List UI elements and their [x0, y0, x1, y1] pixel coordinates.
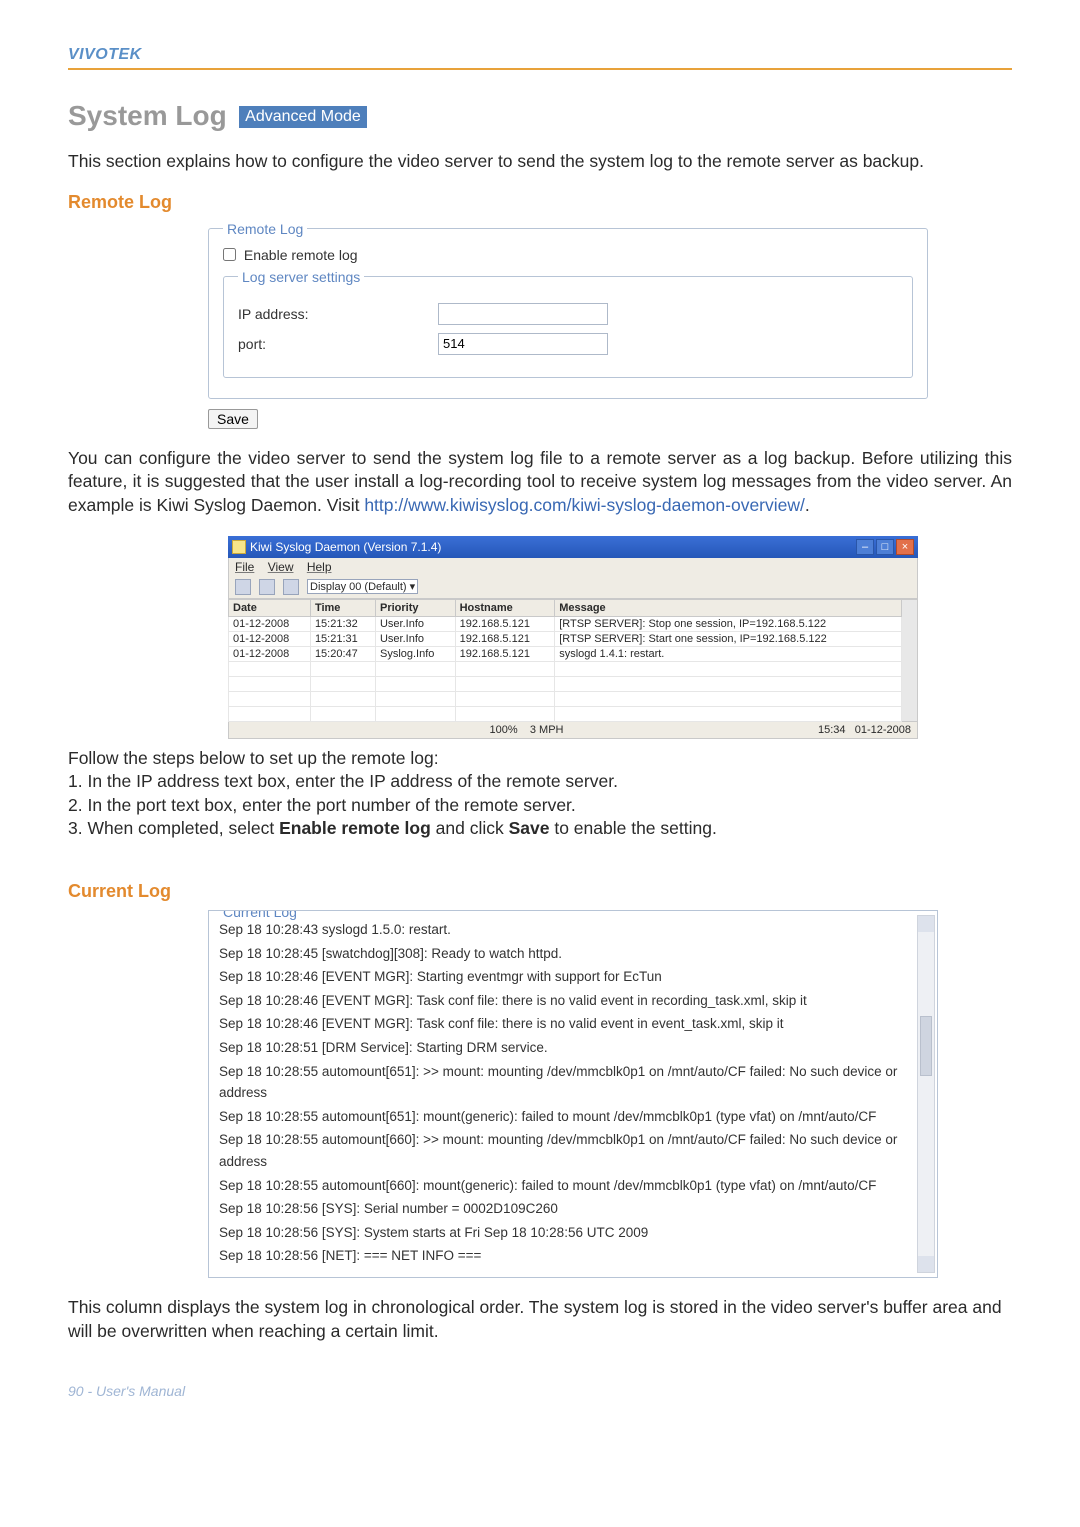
- enable-remote-log-checkbox[interactable]: [223, 248, 236, 261]
- log-line: Sep 18 10:28:55 automount[660]: mount(ge…: [219, 1175, 911, 1197]
- page-footer: 90 - User's Manual: [68, 1383, 1012, 1399]
- log-line: Sep 18 10:28:45 [swatchdog][308]: Ready …: [219, 943, 911, 965]
- log-line: Sep 18 10:28:55 automount[660]: >> mount…: [219, 1129, 911, 1172]
- menu-help[interactable]: Help: [307, 560, 332, 574]
- step-1: 1. In the IP address text box, enter the…: [68, 770, 1012, 794]
- col-time: Time: [310, 599, 375, 616]
- kiwi-statusbar: 100% 3 MPH 15:34 01-12-2008: [228, 722, 918, 739]
- display-select[interactable]: Display 00 (Default) ▾: [307, 579, 418, 594]
- page-title: System Log: [68, 100, 227, 132]
- minimize-icon[interactable]: –: [856, 539, 874, 555]
- close-icon[interactable]: ×: [896, 539, 914, 555]
- top-bar: VIVOTEK: [68, 40, 1012, 70]
- status-time: 15:34: [818, 724, 846, 736]
- current-log-legend: Current Log: [219, 910, 301, 923]
- kiwi-tbody: 01-12-2008 15:21:32 User.Info 192.168.5.…: [229, 616, 902, 721]
- kiwi-log-table: Date Time Priority Hostname Message 01-1…: [228, 599, 902, 722]
- log-server-settings-legend: Log server settings: [238, 269, 364, 285]
- remote-log-fieldset: Remote Log Enable remote log Log server …: [208, 221, 928, 399]
- status-percent: 100%: [490, 724, 518, 736]
- log-line: Sep 18 10:28:55 automount[651]: >> mount…: [219, 1061, 911, 1104]
- intro-paragraph: This section explains how to configure t…: [68, 150, 1012, 174]
- current-log-box: Current Log Sep 18 10:28:43 syslogd 1.5.…: [208, 910, 938, 1278]
- table-row: 01-12-2008 15:21:32 User.Info 192.168.5.…: [229, 616, 902, 631]
- log-line: Sep 18 10:28:56 [NET]: === NET INFO ===: [219, 1245, 911, 1267]
- kiwi-toolbar: Display 00 (Default) ▾: [228, 576, 918, 599]
- kiwi-paragraph: You can configure the video server to se…: [68, 447, 1012, 518]
- brand: VIVOTEK: [68, 46, 142, 63]
- status-mph: 3 MPH: [530, 724, 564, 736]
- maximize-icon[interactable]: □: [876, 539, 894, 555]
- closing-paragraph: This column displays the system log in c…: [68, 1296, 1012, 1343]
- step-3: 3. When completed, select Enable remote …: [68, 817, 1012, 841]
- steps-intro: Follow the steps below to set up the rem…: [68, 747, 1012, 771]
- kiwi-scrollbar[interactable]: [902, 599, 918, 722]
- remote-log-heading: Remote Log: [68, 192, 1012, 213]
- log-line: Sep 18 10:28:56 [SYS]: Serial number = 0…: [219, 1198, 911, 1220]
- table-row: 01-12-2008 15:21:31 User.Info 192.168.5.…: [229, 631, 902, 646]
- log-line: Sep 18 10:28:46 [EVENT MGR]: Task conf f…: [219, 990, 911, 1012]
- current-log-heading: Current Log: [68, 881, 1012, 902]
- toolbar-icon-1[interactable]: [235, 579, 251, 595]
- table-row: [229, 661, 902, 676]
- port-input[interactable]: [438, 333, 608, 355]
- toolbar-icon-2[interactable]: [259, 579, 275, 595]
- menu-view[interactable]: View: [268, 560, 294, 574]
- toolbar-icon-3[interactable]: [283, 579, 299, 595]
- kiwi-titlebar: Kiwi Syslog Daemon (Version 7.1.4) – □ ×: [228, 536, 918, 558]
- current-log-panel: Current Log Sep 18 10:28:43 syslogd 1.5.…: [208, 910, 938, 1278]
- table-header-row: Date Time Priority Hostname Message: [229, 599, 902, 616]
- col-hostname: Hostname: [455, 599, 555, 616]
- remote-log-panel: Remote Log Enable remote log Log server …: [208, 221, 928, 429]
- table-row: [229, 706, 902, 721]
- kiwi-menubar: File View Help: [228, 558, 918, 576]
- log-line: Sep 18 10:28:43 syslogd 1.5.0: restart.: [219, 919, 911, 941]
- log-line: Sep 18 10:28:46 [EVENT MGR]: Task conf f…: [219, 1013, 911, 1035]
- table-row: [229, 676, 902, 691]
- scrollbar-thumb[interactable]: [920, 1016, 932, 1076]
- ip-address-label: IP address:: [238, 306, 438, 322]
- col-date: Date: [229, 599, 311, 616]
- enable-remote-log-label: Enable remote log: [244, 247, 358, 263]
- log-line: Sep 18 10:28:51 [DRM Service]: Starting …: [219, 1037, 911, 1059]
- menu-file[interactable]: File: [235, 560, 254, 574]
- kiwi-app-icon: [232, 540, 246, 554]
- title-row: System Log Advanced Mode: [68, 100, 1012, 132]
- log-line: Sep 18 10:28:46 [EVENT MGR]: Starting ev…: [219, 966, 911, 988]
- log-line: Sep 18 10:28:55 automount[651]: mount(ge…: [219, 1106, 911, 1128]
- save-button[interactable]: Save: [208, 409, 258, 429]
- remote-log-legend: Remote Log: [223, 221, 307, 237]
- step-2: 2. In the port text box, enter the port …: [68, 794, 1012, 818]
- ip-address-input[interactable]: [438, 303, 608, 325]
- log-line: Sep 18 10:28:56 [SYS]: System starts at …: [219, 1222, 911, 1244]
- current-log-lines: Sep 18 10:28:43 syslogd 1.5.0: restart.S…: [219, 919, 911, 1267]
- kiwi-window: Kiwi Syslog Daemon (Version 7.1.4) – □ ×…: [228, 536, 918, 739]
- kiwi-link[interactable]: http://www.kiwisyslog.com/kiwi-syslog-da…: [364, 495, 805, 515]
- current-log-scrollbar[interactable]: [917, 915, 935, 1273]
- steps-block: Follow the steps below to set up the rem…: [68, 747, 1012, 842]
- kiwi-title-text: Kiwi Syslog Daemon (Version 7.1.4): [250, 540, 441, 554]
- kiwi-paragraph-end: .: [805, 495, 810, 515]
- col-priority: Priority: [375, 599, 455, 616]
- table-row: 01-12-2008 15:20:47 Syslog.Info 192.168.…: [229, 646, 902, 661]
- status-date: 01-12-2008: [855, 724, 911, 736]
- table-row: [229, 691, 902, 706]
- log-server-settings-fieldset: Log server settings IP address: port:: [223, 269, 913, 378]
- col-message: Message: [555, 599, 902, 616]
- advanced-mode-badge: Advanced Mode: [239, 106, 367, 128]
- port-label: port:: [238, 336, 438, 352]
- display-select-label: Display 00 (Default): [310, 581, 407, 593]
